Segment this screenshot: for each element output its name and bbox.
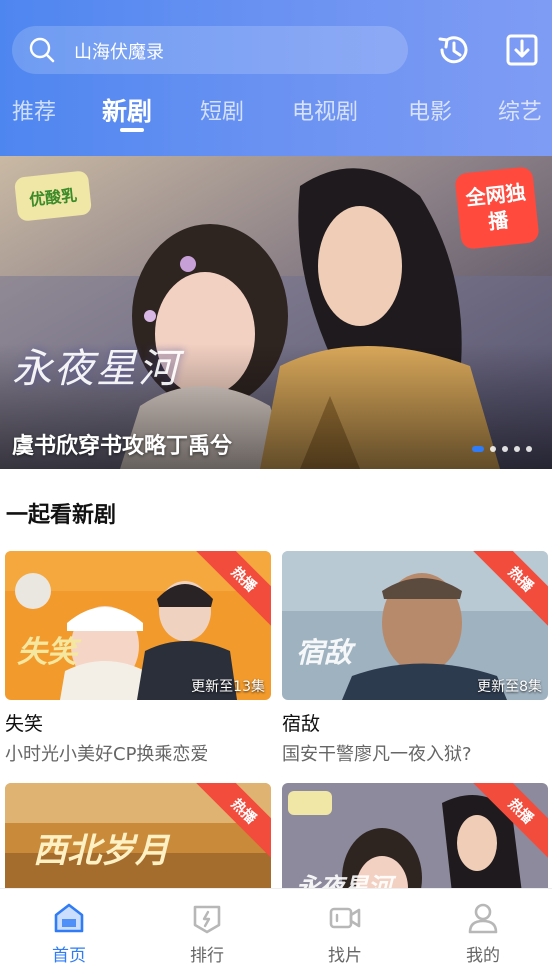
card-title: 失笑 [5,713,44,735]
profile-icon [468,903,498,934]
brand-badge: 优酸乳 [13,170,93,222]
history-icon[interactable] [434,30,474,70]
card-logo: 宿敌 [296,636,353,669]
card-thumbnail: 失笑 热播 更新至13集 [5,551,271,700]
card-title: 宿敌 [282,713,321,735]
tab-new-drama[interactable]: 新剧 [102,92,152,128]
search-text: 山海伏魔录 [74,42,164,63]
tab-variety[interactable]: 综艺 [498,94,542,126]
card-logo: 西北岁月 [33,831,169,871]
carousel-dot[interactable] [526,446,532,452]
show-logo: 永夜星河 [12,346,180,392]
active-tab-indicator [120,128,144,132]
search-bar[interactable]: 山海伏魔录 [12,26,408,74]
home-icon [54,903,84,933]
carousel-dot[interactable] [502,446,508,452]
category-tabs: 推荐 新剧 短剧 电视剧 电影 综艺 [0,90,552,136]
download-icon[interactable] [502,30,542,70]
hero-banner[interactable]: 优酸乳 全网独播 永夜星河 虞书欣穿书攻略丁禹兮 [0,156,552,469]
nav-label: 首页 [52,946,86,966]
nav-label: 排行 [190,946,224,966]
nav-label: 我的 [466,946,500,966]
nav-label: 找片 [328,946,362,966]
tab-recommend[interactable]: 推荐 [12,94,56,126]
nav-profile[interactable]: 我的 [414,889,552,966]
tab-movie[interactable]: 电影 [408,94,452,126]
carousel-dot[interactable] [472,446,484,452]
video-camera-icon [329,907,361,929]
carousel-dot[interactable] [514,446,520,452]
tab-short-drama[interactable]: 短剧 [200,94,244,126]
card-description: 国安干警廖凡一夜入狱? [282,744,472,765]
card-thumbnail: 宿敌 热播 更新至8集 [282,551,548,700]
bottom-navigation: 首页 排行 找片 我的 [0,888,552,966]
tab-tv-series[interactable]: 电视剧 [292,94,358,126]
card-logo: 失笑 [17,635,77,670]
carousel-dots [472,446,532,452]
nav-discover[interactable]: 找片 [276,889,414,966]
banner-title: 虞书欣穿书攻略丁禹兮 [12,434,233,459]
nav-ranking[interactable]: 排行 [138,889,276,966]
episode-update: 更新至13集 [191,679,265,695]
search-icon [29,37,55,63]
ranking-icon [193,905,221,934]
carousel-dot[interactable] [490,446,496,452]
nav-home[interactable]: 首页 [0,889,138,966]
exclusive-badge: 全网独播 [454,166,540,250]
card-description: 小时光小美好CP换乘恋爱 [5,744,209,765]
top-header: 山海伏魔录 推荐 新剧 短剧 电视剧 电影 综艺 [0,0,552,156]
section-title: 一起看新剧 [6,503,117,528]
episode-update: 更新至8集 [477,679,542,695]
